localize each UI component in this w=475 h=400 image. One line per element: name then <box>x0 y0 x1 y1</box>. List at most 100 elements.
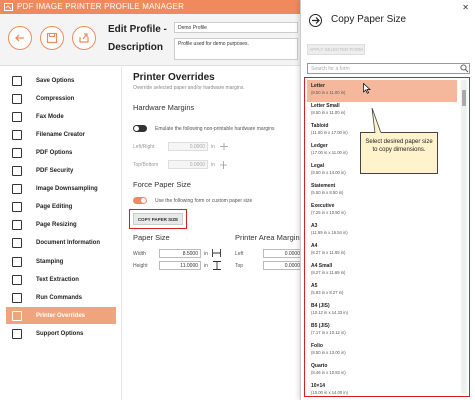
list-item[interactable]: B5 (JIS) (7.17 in x 10.12 in) <box>307 320 457 342</box>
pdf-icon <box>12 147 22 158</box>
save-button[interactable] <box>40 26 64 50</box>
sidebar-item-printer-overrides[interactable]: Printer Overrides <box>6 307 116 325</box>
left-right-label: Left/Right <box>133 144 155 150</box>
list-item[interactable]: Executive (7.25 in x 10.50 in) <box>307 200 457 222</box>
page-title: Printer Overrides <box>133 72 215 83</box>
edit-icon <box>12 202 22 213</box>
height-unit: in <box>204 263 208 269</box>
form-dimensions: (11.00 in x 17.00 in) <box>311 130 348 135</box>
sidebar-item-label: Page Resizing <box>36 222 77 229</box>
paper-form-list[interactable]: Letter (8.50 in x 11.00 in) Letter Small (8… <box>304 77 470 397</box>
scrollbar-thumb[interactable] <box>462 90 466 106</box>
profile-name-field[interactable]: Demo Profile <box>174 22 298 33</box>
width-unit: in <box>204 251 208 257</box>
form-dimensions: (8.50 in x 11.00 in) <box>311 110 346 115</box>
lock-icon <box>12 166 22 176</box>
sidebar-item-label: Text Extraction <box>36 276 79 283</box>
sidebar-item-label: Filename Creator <box>36 131 86 138</box>
sidebar-item-image-downsampling[interactable]: Image Downsampling <box>6 181 116 198</box>
tooltip-pointer <box>371 108 382 133</box>
force-paper-size-toggle[interactable] <box>133 197 147 204</box>
app-logo-icon <box>4 3 13 11</box>
form-name: 10×14 <box>311 383 326 389</box>
width-input[interactable]: 8.5000 <box>159 249 201 258</box>
list-item[interactable]: A3 (11.69 in x 16.54 in) <box>307 220 457 242</box>
list-scrollbar[interactable] <box>461 80 467 394</box>
tooltip: Select desired paper size to copy dimens… <box>360 132 438 174</box>
sidebar-item-run-commands[interactable]: Run Commands <box>6 289 116 306</box>
form-dimensions: (7.17 in x 10.12 in) <box>311 330 346 335</box>
list-item[interactable]: Quarto (8.46 in x 10.83 in) <box>307 360 457 382</box>
title-bar: PDF IMAGE PRINTER PROFILE MANAGER <box>0 0 300 14</box>
list-item[interactable]: Letter Small (8.50 in x 11.00 in) <box>307 100 457 122</box>
stamp-icon <box>12 256 22 267</box>
sidebar-item-pdf-security[interactable]: PDF Security <box>6 163 116 180</box>
fax-icon <box>12 111 22 122</box>
sidebar-item-label: Save Options <box>36 77 75 84</box>
image-icon <box>12 184 22 195</box>
mouse-cursor-icon <box>363 83 371 94</box>
left-right-input[interactable]: 0.0000 <box>168 142 208 151</box>
list-item[interactable]: Statement (5.50 in x 8.50 in) <box>307 180 457 202</box>
filename-icon <box>12 129 22 140</box>
sidebar-item-save-options[interactable]: Save Options <box>6 72 116 89</box>
form-search-input[interactable]: Search for a form <box>307 63 470 74</box>
resize-icon <box>12 220 22 231</box>
pa-top-label: Top <box>235 263 244 269</box>
height-icon <box>213 261 221 270</box>
form-name: Letter <box>311 83 325 89</box>
form-name: B5 (JIS) <box>311 323 330 329</box>
form-name: Folio <box>311 343 323 349</box>
pa-left-input[interactable]: 0.0000 <box>263 249 303 258</box>
list-item[interactable]: B4 (JIS) (10.12 in x 14.33 in) <box>307 300 457 322</box>
form-name: A3 <box>311 223 318 229</box>
apply-selected-form-button[interactable]: APPLY SELECTED FORM <box>307 44 365 55</box>
close-icon[interactable]: ✕ <box>462 3 469 12</box>
top-bottom-input[interactable]: 0.0000 <box>168 160 208 169</box>
printer-icon <box>12 310 22 321</box>
sidebar-item-stamping[interactable]: Stamping <box>6 253 116 270</box>
pa-top-input[interactable]: 0.0000 <box>263 261 303 270</box>
list-item[interactable]: 10×14 (10.00 in x 14.00 in) <box>307 380 457 396</box>
arrow-left-icon <box>15 34 24 42</box>
export-button[interactable] <box>72 26 96 50</box>
sidebar-item-compression[interactable]: Compression <box>6 90 116 107</box>
terminal-icon <box>12 292 22 303</box>
printer-area-margins-heading: Printer Area Margins <box>235 233 304 242</box>
support-icon <box>12 328 22 339</box>
sidebar-item-page-editing[interactable]: Page Editing <box>6 199 116 216</box>
sidebar-item-page-resizing[interactable]: Page Resizing <box>6 217 116 234</box>
form-name: Tabloid <box>311 123 329 129</box>
back-button[interactable] <box>8 26 32 50</box>
vertical-margin-icon <box>220 161 227 169</box>
top-bottom-label: Top/Bottom <box>133 162 159 168</box>
list-item[interactable]: Letter (8.50 in x 11.00 in) <box>307 80 457 102</box>
list-item[interactable]: Folio (8.50 in x 13.00 in) <box>307 340 457 362</box>
form-name: Ledger <box>311 143 328 149</box>
sidebar-item-pdf-options[interactable]: PDF Options <box>6 144 116 161</box>
copy-paper-size-button[interactable]: COPY PAPER SIZE <box>133 213 183 225</box>
top-bottom-unit: in <box>211 162 215 168</box>
height-input[interactable]: 11.0000 <box>159 261 201 270</box>
form-name: Statement <box>311 183 336 189</box>
sidebar-item-document-information[interactable]: Document Information <box>6 235 116 252</box>
description-label: Description <box>108 42 164 53</box>
sidebar-item-support-options[interactable]: Support Options <box>6 325 116 342</box>
sidebar-item-fax-mode[interactable]: Fax Mode <box>6 108 116 125</box>
list-item[interactable]: A4 (8.27 in x 11.69 in) <box>307 240 457 262</box>
form-name: Quarto <box>311 363 328 369</box>
hardware-margins-toggle[interactable] <box>133 125 147 132</box>
info-icon <box>12 238 22 249</box>
form-name: A4 <box>311 243 318 249</box>
form-dimensions: (5.83 in x 8.27 in) <box>311 290 344 295</box>
back-arrow-icon[interactable] <box>309 14 322 27</box>
form-dimensions: (8.50 in x 14.00 in) <box>311 170 346 175</box>
sidebar-item-label: Support Options <box>36 330 84 337</box>
sidebar-item-filename-creator[interactable]: Filename Creator <box>6 126 116 143</box>
profile-description-field[interactable]: Profile used for demo purposes. <box>174 38 298 60</box>
sidebar-item-text-extraction[interactable]: Text Extraction <box>6 271 116 288</box>
sidebar-item-label: Image Downsampling <box>36 186 98 193</box>
list-item[interactable]: A4 Small (8.27 in x 11.69 in) <box>307 260 457 282</box>
list-item[interactable]: A5 (5.83 in x 8.27 in) <box>307 280 457 302</box>
form-dimensions: (8.50 in x 11.00 in) <box>311 90 346 95</box>
